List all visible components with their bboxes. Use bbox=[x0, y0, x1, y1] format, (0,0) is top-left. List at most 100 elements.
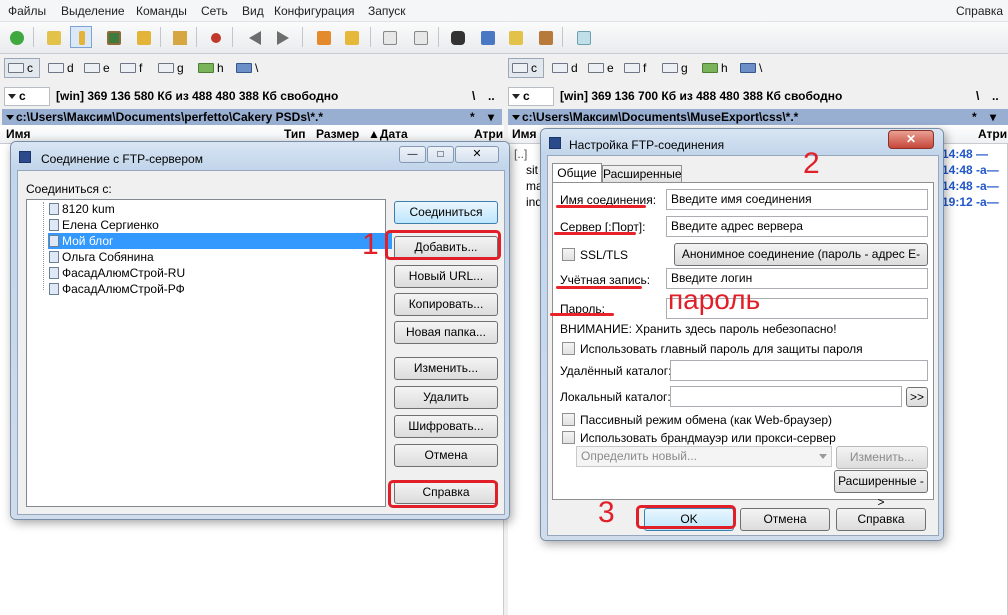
new-url-button[interactable]: Новый URL... bbox=[394, 265, 498, 288]
url-connect-icon[interactable] bbox=[409, 26, 431, 48]
left-filter-arrow[interactable]: ▾ bbox=[488, 109, 494, 125]
connection-item-4[interactable]: ФасадАлюмСтрой-RU bbox=[48, 265, 392, 281]
sync-dirs-icon[interactable] bbox=[504, 26, 526, 48]
server-input[interactable]: Введите адрес вервера bbox=[666, 216, 928, 237]
tree-view-icon[interactable] bbox=[132, 26, 154, 48]
edit-button[interactable]: Изменить... bbox=[394, 357, 498, 380]
menu-network[interactable]: Сеть bbox=[201, 4, 228, 18]
invert-selection-icon[interactable] bbox=[168, 26, 190, 48]
refresh-icon[interactable] bbox=[5, 26, 27, 48]
proxy-edit-button[interactable]: Изменить... bbox=[836, 446, 928, 469]
encrypt-button[interactable]: Шифровать... bbox=[394, 415, 498, 438]
ssl-checkbox[interactable] bbox=[562, 248, 575, 261]
remote-dir-input[interactable] bbox=[670, 360, 928, 381]
menu-config[interactable]: Конфигурация bbox=[274, 4, 355, 18]
close-button[interactable]: ✕ bbox=[455, 146, 499, 163]
right-up-button[interactable]: .. bbox=[992, 89, 999, 103]
right-time-0: 14:48 — bbox=[942, 147, 989, 161]
menu-view[interactable]: Вид bbox=[242, 4, 264, 18]
left-drive-g[interactable]: g bbox=[154, 58, 186, 78]
right-drive-d[interactable]: d bbox=[548, 58, 580, 78]
right-filter[interactable]: * bbox=[972, 109, 977, 125]
left-drive-e[interactable]: e bbox=[80, 58, 112, 78]
connection-item-3[interactable]: Ольга Собянина bbox=[48, 249, 392, 265]
remote-dir-label: Удалённый каталог: bbox=[560, 364, 672, 378]
multi-rename-icon[interactable] bbox=[476, 26, 498, 48]
master-password-checkbox[interactable] bbox=[562, 342, 575, 355]
right-drive-network[interactable]: \ bbox=[736, 58, 768, 78]
maximize-button[interactable]: □ bbox=[427, 146, 454, 163]
left-root-button[interactable]: \ bbox=[472, 89, 475, 103]
tab-general[interactable]: Общие bbox=[552, 163, 602, 183]
right-drive-c[interactable]: c bbox=[508, 58, 544, 78]
advanced-button[interactable]: Расширенные -> bbox=[834, 470, 928, 509]
right-path-bar[interactable]: c:\Users\Максим\Documents\MuseExport\css… bbox=[508, 109, 1008, 125]
passive-mode-checkbox[interactable] bbox=[562, 413, 575, 426]
right-file-1[interactable]: sit bbox=[526, 163, 538, 177]
minimize-button[interactable]: — bbox=[399, 146, 426, 163]
left-filter[interactable]: * bbox=[470, 109, 475, 125]
ftp-dialog-body: Соединиться с: 8120 kum Елена Сергиенко … bbox=[17, 170, 505, 515]
right-root-button[interactable]: \ bbox=[976, 89, 979, 103]
left-drive-d[interactable]: d bbox=[44, 58, 76, 78]
connection-item-1[interactable]: Елена Сергиенко bbox=[48, 217, 392, 233]
tab-advanced[interactable]: Расширенные bbox=[602, 165, 682, 183]
floppy-icon bbox=[19, 151, 31, 163]
settings-cancel-button[interactable]: Отмена bbox=[740, 508, 830, 531]
annotation-step-1: 1 bbox=[362, 228, 379, 261]
annotation-password-note: пароль bbox=[668, 284, 761, 315]
unpack-archive-icon[interactable] bbox=[340, 26, 362, 48]
notepad-icon[interactable] bbox=[572, 26, 594, 48]
connection-item-selected[interactable]: Мой блог bbox=[48, 233, 392, 249]
menu-run[interactable]: Запуск bbox=[368, 4, 406, 18]
left-drive-h[interactable]: h bbox=[194, 58, 226, 78]
right-drive-g[interactable]: g bbox=[658, 58, 690, 78]
forward-arrow-icon[interactable] bbox=[272, 26, 294, 48]
unpack-icon[interactable] bbox=[204, 26, 226, 48]
left-drive-combo[interactable]: c bbox=[4, 87, 50, 106]
brief-view-icon[interactable] bbox=[42, 26, 64, 48]
conn-name-input[interactable]: Введите имя соединения bbox=[666, 189, 928, 210]
compare-files-icon[interactable] bbox=[534, 26, 556, 48]
ftp-connect-icon[interactable] bbox=[378, 26, 400, 48]
right-drive-h[interactable]: h bbox=[698, 58, 730, 78]
right-time-1: 14:48 -a— bbox=[942, 163, 999, 177]
menu-help[interactable]: Справка bbox=[956, 4, 1003, 18]
right-filter-arrow[interactable]: ▾ bbox=[990, 109, 996, 125]
left-up-button[interactable]: .. bbox=[488, 89, 495, 103]
settings-dialog-title: Настройка FTP-соединения bbox=[569, 138, 725, 152]
local-dir-input[interactable] bbox=[670, 386, 902, 407]
connect-button[interactable]: Соединиться bbox=[394, 201, 498, 224]
left-drive-c[interactable]: c bbox=[4, 58, 40, 78]
delete-button[interactable]: Удалить bbox=[394, 386, 498, 409]
settings-close-button[interactable]: ✕ bbox=[888, 130, 934, 149]
copy-button[interactable]: Копировать... bbox=[394, 293, 498, 316]
right-file-updir[interactable]: [..] bbox=[514, 147, 527, 161]
connection-item-5[interactable]: ФасадАлюмСтрой-РФ bbox=[48, 281, 392, 297]
menu-files[interactable]: Файлы bbox=[8, 4, 46, 18]
right-drive-e[interactable]: e bbox=[584, 58, 616, 78]
thumbnail-view-icon[interactable] bbox=[102, 26, 124, 48]
col-attr-right[interactable]: Атри bbox=[978, 125, 1007, 143]
back-arrow-icon[interactable] bbox=[244, 26, 266, 48]
right-drive-info: c [win] 369 136 700 Кб из 488 480 388 Кб… bbox=[508, 87, 1008, 107]
firewall-checkbox[interactable] bbox=[562, 431, 575, 444]
left-drive-f[interactable]: f bbox=[116, 58, 148, 78]
left-drive-network[interactable]: \ bbox=[232, 58, 264, 78]
menu-selection[interactable]: Выделение bbox=[61, 4, 125, 18]
new-folder-button[interactable]: Новая папка... bbox=[394, 321, 498, 344]
left-path-bar[interactable]: c:\Users\Максим\Documents\perfetto\Caker… bbox=[2, 109, 502, 125]
right-drive-f[interactable]: f bbox=[620, 58, 652, 78]
connection-item-0[interactable]: 8120 kum bbox=[48, 201, 392, 217]
pack-icon[interactable] bbox=[312, 26, 334, 48]
settings-help-button[interactable]: Справка bbox=[836, 508, 926, 531]
browse-local-button[interactable]: >> bbox=[906, 387, 928, 407]
cancel-button[interactable]: Отмена bbox=[394, 444, 498, 467]
col-name-right[interactable]: Имя bbox=[512, 125, 537, 143]
menu-commands[interactable]: Команды bbox=[136, 4, 187, 18]
search-binoculars-icon[interactable] bbox=[446, 26, 468, 48]
full-view-icon[interactable] bbox=[70, 26, 92, 48]
anonymous-button[interactable]: Анонимное соединение (пароль - адрес E-m… bbox=[674, 243, 928, 282]
proxy-select[interactable]: Определить новый... bbox=[576, 446, 832, 467]
right-drive-combo[interactable]: c bbox=[508, 87, 554, 106]
